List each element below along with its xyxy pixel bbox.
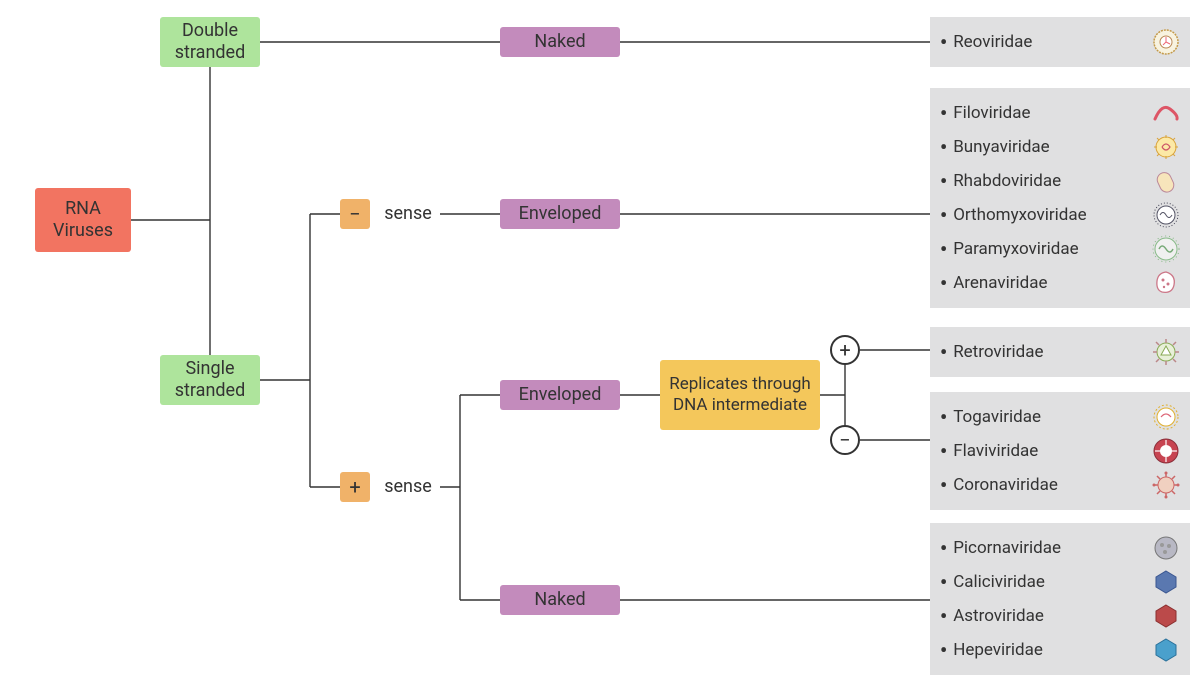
- minus-sense-text: sense: [384, 203, 432, 226]
- panel-retroviridae: Retroviridae: [930, 327, 1190, 377]
- hepeviridae-icon: [1152, 636, 1180, 664]
- list-item: Bunyaviridae: [940, 130, 1180, 164]
- family-label: Coronaviridae: [953, 475, 1058, 495]
- family-label: Rhabdoviridae: [953, 171, 1061, 191]
- family-label: Togaviridae: [953, 407, 1041, 427]
- arenaviridae-icon: [1152, 269, 1180, 297]
- list-item: Arenaviridae: [940, 266, 1180, 300]
- astroviridae-icon: [1152, 602, 1180, 630]
- enveloped-node-pos: Enveloped: [500, 380, 620, 410]
- plus-sign-text: +: [349, 475, 360, 500]
- list-item: Hepeviridae: [940, 633, 1180, 667]
- double-stranded-node: Double stranded: [160, 17, 260, 67]
- minus-circle: −: [830, 425, 860, 455]
- orthomyxoviridae-icon: [1152, 201, 1180, 229]
- list-item: Togaviridae: [940, 400, 1180, 434]
- list-item: Retroviridae: [940, 335, 1180, 369]
- list-item: Filoviridae: [940, 96, 1180, 130]
- reoviridae-icon: [1152, 28, 1180, 56]
- retroviridae-icon: [1152, 338, 1180, 366]
- root-label: RNA Viruses: [35, 198, 131, 243]
- enveloped-label-pos: Enveloped: [519, 384, 602, 407]
- family-label: Flaviviridae: [953, 441, 1038, 461]
- plus-circle: +: [830, 335, 860, 365]
- togaviridae-icon: [1152, 403, 1180, 431]
- plus-sense-text: sense: [384, 476, 432, 499]
- minus-circle-text: −: [839, 428, 850, 452]
- panel-reoviridae: Reoviridae: [930, 17, 1190, 67]
- flaviviridae-icon: [1152, 437, 1180, 465]
- family-label: Hepeviridae: [953, 640, 1043, 660]
- replicates-label: Replicates through DNA intermediate: [666, 374, 814, 417]
- list-item: Flaviviridae: [940, 434, 1180, 468]
- minus-sense-label: sense: [370, 199, 440, 229]
- plus-sense-label: sense: [370, 472, 440, 502]
- root-node-rna-viruses: RNA Viruses: [35, 188, 131, 252]
- panel-neg-enveloped: Filoviridae Bunyaviridae Rhabdoviridae O…: [930, 88, 1190, 308]
- enveloped-label-neg: Enveloped: [519, 203, 602, 226]
- family-label: Picornaviridae: [953, 538, 1061, 558]
- replicates-dna-node: Replicates through DNA intermediate: [660, 360, 820, 430]
- list-item: Caliciviridae: [940, 565, 1180, 599]
- list-item: Rhabdoviridae: [940, 164, 1180, 198]
- family-label: Caliciviridae: [953, 572, 1045, 592]
- picornaviridae-icon: [1152, 534, 1180, 562]
- double-stranded-label: Double stranded: [160, 20, 260, 65]
- single-stranded-node: Single stranded: [160, 355, 260, 405]
- filoviridae-icon: [1152, 99, 1180, 127]
- plus-circle-text: +: [839, 338, 850, 362]
- plus-sense-sign: +: [340, 472, 370, 502]
- family-label: Reoviridae: [953, 32, 1032, 52]
- family-label: Arenaviridae: [953, 273, 1047, 293]
- family-label: Bunyaviridae: [953, 137, 1050, 157]
- rhabdoviridae-icon: [1152, 167, 1180, 195]
- bunyaviridae-icon: [1152, 133, 1180, 161]
- panel-pos-enveloped-nodna: Togaviridae Flaviviridae Coronaviridae: [930, 392, 1190, 510]
- naked-label-ds: Naked: [534, 31, 585, 54]
- panel-pos-naked: Picornaviridae Caliciviridae Astrovirida…: [930, 523, 1190, 675]
- minus-sign-text: −: [349, 202, 360, 227]
- single-stranded-label: Single stranded: [160, 358, 260, 403]
- naked-node-pos: Naked: [500, 585, 620, 615]
- minus-sense-sign: −: [340, 199, 370, 229]
- list-item: Astroviridae: [940, 599, 1180, 633]
- paramyxoviridae-icon: [1152, 235, 1180, 263]
- family-label: Astroviridae: [953, 606, 1044, 626]
- list-item: Paramyxoviridae: [940, 232, 1180, 266]
- coronaviridae-icon: [1152, 471, 1180, 499]
- list-item: Picornaviridae: [940, 531, 1180, 565]
- naked-node-ds: Naked: [500, 27, 620, 57]
- family-label: Orthomyxoviridae: [953, 205, 1086, 225]
- list-item: Coronaviridae: [940, 468, 1180, 502]
- family-label: Retroviridae: [953, 342, 1043, 362]
- list-item: Orthomyxoviridae: [940, 198, 1180, 232]
- naked-label-pos: Naked: [534, 589, 585, 612]
- list-item: Reoviridae: [940, 25, 1180, 59]
- caliciviridae-icon: [1152, 568, 1180, 596]
- enveloped-node-neg: Enveloped: [500, 199, 620, 229]
- family-label: Paramyxoviridae: [953, 239, 1078, 259]
- family-label: Filoviridae: [953, 103, 1030, 123]
